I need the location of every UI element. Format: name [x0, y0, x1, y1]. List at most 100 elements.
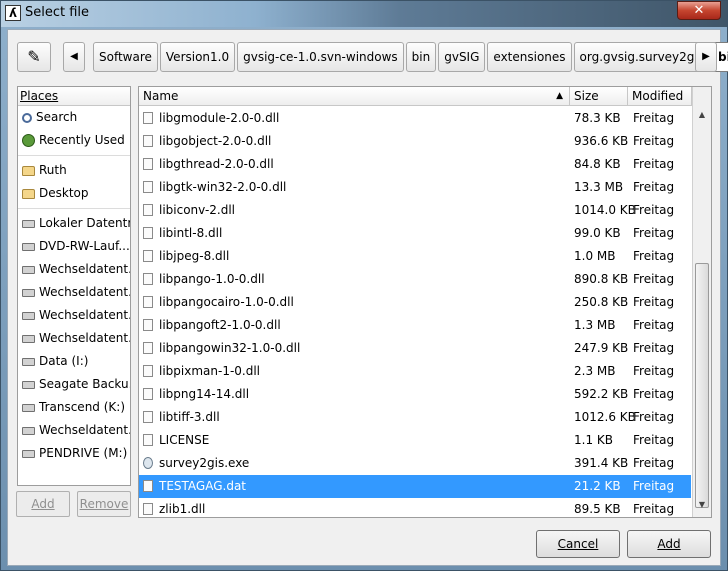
place-label: Transcend (K:) — [39, 400, 126, 414]
file-row[interactable]: libpangowin32-1.0-0.dll 247.9 KB Freitag — [139, 337, 691, 360]
place-item[interactable]: Wechseldatent... — [18, 327, 130, 350]
breadcrumb-item[interactable]: extensiones — [487, 42, 572, 72]
window-title: Select file — [25, 5, 90, 20]
place-item[interactable]: Search — [18, 106, 130, 129]
file-name: libpango-1.0-0.dll — [159, 272, 265, 286]
file-row[interactable]: libpangocairo-1.0-0.dll 250.8 KB Freitag — [139, 291, 691, 314]
file-row[interactable]: libgthread-2.0-0.dll 84.8 KB Freitag — [139, 153, 691, 176]
file-list-scrollbar[interactable]: ▲ ▼ — [692, 87, 711, 517]
add-button[interactable]: Add — [627, 530, 711, 558]
file-name: libiconv-2.dll — [159, 203, 236, 217]
place-item[interactable]: Wechseldatent... — [18, 419, 130, 442]
breadcrumb-item[interactable]: org.gvsig.survey2gis — [573, 42, 710, 72]
column-header-name[interactable]: Name ▲ — [139, 87, 570, 106]
place-item[interactable]: Desktop — [18, 182, 130, 205]
place-item[interactable]: Wechseldatent... — [18, 281, 130, 304]
file-name: survey2gis.exe — [159, 456, 250, 470]
file-row[interactable]: libjpeg-8.dll 1.0 MB Freitag — [139, 245, 691, 268]
breadcrumb-item[interactable]: bin — [405, 42, 437, 72]
file-row[interactable]: survey2gis.exe 391.4 KB Freitag — [139, 452, 691, 475]
file-name-cell: libpangoft2-1.0-0.dll — [143, 314, 563, 337]
file-row[interactable]: libtiff-3.dll 1012.6 KB Freitag — [139, 406, 691, 429]
places-header[interactable]: Places — [18, 87, 130, 106]
place-item[interactable]: Seagate Backu... — [18, 373, 130, 396]
file-row[interactable]: libpixman-1-0.dll 2.3 MB Freitag — [139, 360, 691, 383]
place-label: Lokaler Datentr... — [39, 216, 130, 230]
scrollbar-thumb[interactable] — [695, 263, 709, 508]
file-name: libpangowin32-1.0-0.dll — [159, 341, 301, 355]
file-name-cell: libtiff-3.dll — [143, 406, 563, 429]
file-modified: Freitag — [633, 479, 675, 493]
place-item[interactable]: Transcend (K:) — [18, 396, 130, 419]
file-list: Name ▲ Size Modified libgmodule-2.0-0.dl… — [138, 86, 712, 518]
cancel-button[interactable]: Cancel — [536, 530, 620, 558]
place-item[interactable]: Ruth — [18, 159, 130, 182]
place-label: Recently Used — [39, 133, 125, 147]
breadcrumb-item[interactable]: Version1.0 — [159, 42, 236, 72]
file-row[interactable]: zlib1.dll 89.5 KB Freitag — [139, 498, 691, 517]
place-item[interactable]: Recently Used — [18, 129, 130, 152]
file-icon — [143, 434, 153, 446]
file-size: 592.2 KB — [574, 387, 629, 401]
file-icon — [143, 112, 153, 124]
file-row[interactable]: libiconv-2.dll 1014.0 KB Freitag — [139, 199, 691, 222]
file-row[interactable]: TESTAGAG.dat 21.2 KB Freitag — [139, 475, 691, 498]
file-name-cell: libgthread-2.0-0.dll — [143, 153, 563, 176]
pencil-icon: ✎ — [27, 47, 41, 66]
executable-icon — [143, 457, 153, 469]
remove-bookmark-button[interactable]: Remove — [77, 491, 131, 517]
file-chooser-window: ʎ Select file ✕ ✎ ◀ Software Version1.0 gv… — [0, 0, 728, 571]
place-item[interactable]: Wechseldatent... — [18, 304, 130, 327]
close-button[interactable]: ✕ — [677, 1, 721, 20]
file-size: 99.0 KB — [574, 226, 621, 240]
file-row[interactable]: libintl-8.dll 99.0 KB Freitag — [139, 222, 691, 245]
path-scroll-right-button[interactable]: ▶ — [695, 42, 717, 72]
file-size: 13.3 MB — [574, 180, 624, 194]
breadcrumb-item[interactable]: gvsig-ce-1.0.svn-windows — [237, 42, 404, 72]
scroll-down-icon[interactable]: ▼ — [693, 497, 711, 513]
scroll-up-icon[interactable]: ▲ — [693, 107, 711, 123]
column-header-modified[interactable]: Modified — [628, 87, 692, 106]
file-name-cell: libjpeg-8.dll — [143, 245, 563, 268]
file-modified: Freitag — [633, 341, 675, 355]
file-row[interactable]: libgobject-2.0-0.dll 936.6 KB Freitag — [139, 130, 691, 153]
file-row[interactable]: libgtk-win32-2.0-0.dll 13.3 MB Freitag — [139, 176, 691, 199]
title-bar[interactable]: ʎ Select file ✕ — [1, 1, 727, 27]
add-bookmark-button[interactable]: Add — [16, 491, 70, 517]
path-scroll-left-button[interactable]: ◀ — [63, 42, 85, 72]
file-icon — [143, 365, 153, 377]
place-item[interactable]: Data (I:) — [18, 350, 130, 373]
place-item[interactable]: Wechseldatent... — [18, 258, 130, 281]
file-name-cell: libpangocairo-1.0-0.dll — [143, 291, 563, 314]
file-size: 84.8 KB — [574, 157, 621, 171]
places-separator — [18, 208, 130, 209]
dialog-body: ✎ ◀ Software Version1.0 gvsig-ce-1.0.svn-w… — [7, 29, 728, 566]
file-icon — [143, 411, 153, 423]
file-row[interactable]: LICENSE 1.1 KB Freitag — [139, 429, 691, 452]
file-modified: Freitag — [633, 111, 675, 125]
search-icon — [22, 112, 32, 123]
place-label: Wechseldatent... — [39, 285, 130, 299]
file-size: 21.2 KB — [574, 479, 621, 493]
file-row[interactable]: libgmodule-2.0-0.dll 78.3 KB Freitag — [139, 107, 691, 130]
file-list-header: Name ▲ Size Modified — [139, 87, 711, 106]
breadcrumb-item[interactable]: gvSIG — [438, 42, 486, 72]
place-label: Search — [36, 110, 78, 124]
places-list: Search Recently Used Ruth Desktop Lokaler Da… — [18, 106, 130, 465]
place-label: Seagate Backu... — [39, 377, 130, 391]
place-item[interactable]: Lokaler Datentr... — [18, 212, 130, 235]
file-row[interactable]: libpango-1.0-0.dll 890.8 KB Freitag — [139, 268, 691, 291]
breadcrumb-item[interactable]: Software — [93, 42, 158, 72]
file-icon — [143, 503, 153, 515]
file-name: zlib1.dll — [159, 502, 206, 516]
column-header-size[interactable]: Size — [570, 87, 628, 106]
place-item[interactable]: PENDRIVE (M:) — [18, 442, 130, 465]
file-row[interactable]: libpangoft2-1.0-0.dll 1.3 MB Freitag — [139, 314, 691, 337]
file-size: 1.1 KB — [574, 433, 613, 447]
file-row[interactable]: libpng14-14.dll 592.2 KB Freitag — [139, 383, 691, 406]
edit-location-button[interactable]: ✎ — [17, 42, 51, 72]
place-item[interactable]: DVD-RW-Lauf... — [18, 235, 130, 258]
file-name: libpangoft2-1.0-0.dll — [159, 318, 281, 332]
file-name: libjpeg-8.dll — [159, 249, 230, 263]
path-bar: ✎ ◀ Software Version1.0 gvsig-ce-1.0.svn-w… — [17, 40, 728, 74]
